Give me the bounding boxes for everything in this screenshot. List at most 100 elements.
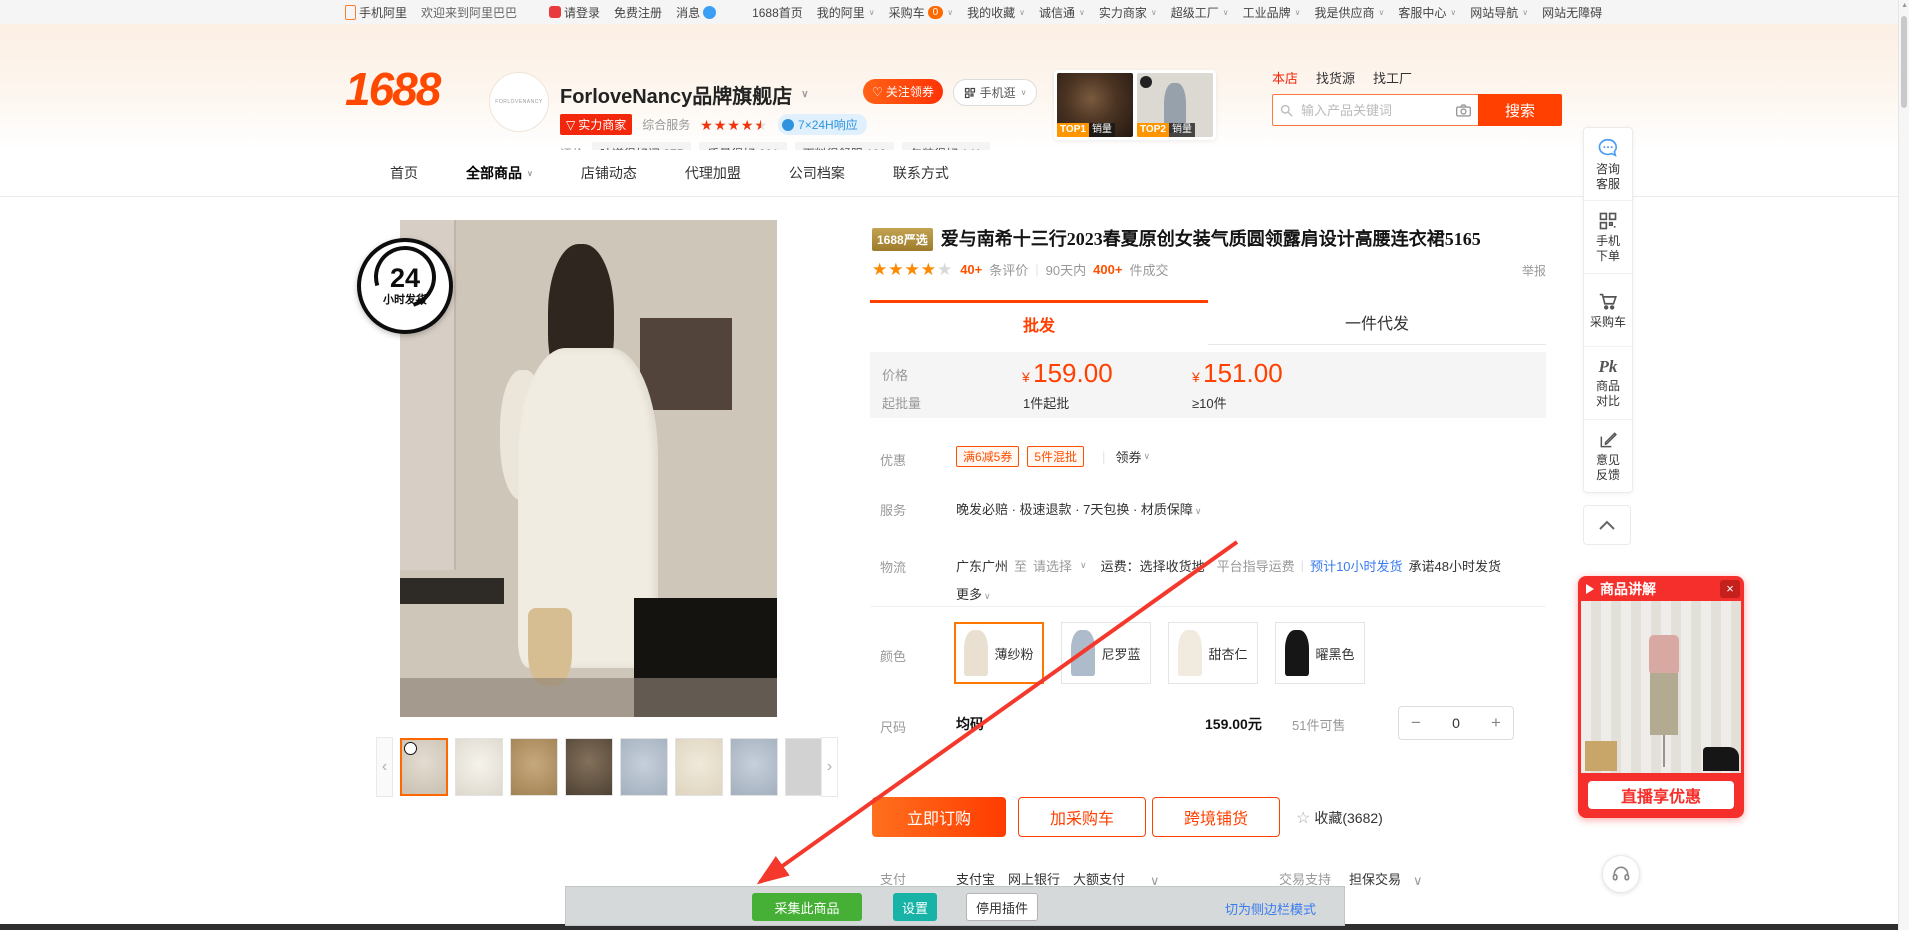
- scrollbar-thumb[interactable]: [1901, 16, 1907, 108]
- thumbnail-7[interactable]: [730, 738, 778, 796]
- thumbs-prev-button[interactable]: ‹: [376, 737, 393, 797]
- search-tab-find-goods[interactable]: 找货源: [1316, 68, 1355, 87]
- color-option-3[interactable]: 甜杏仁: [1168, 622, 1258, 684]
- qr-code-icon: [1598, 211, 1618, 231]
- topbar-service-center[interactable]: 客服中心∨: [1398, 4, 1456, 21]
- topbar-site-nav[interactable]: 网站导航∨: [1470, 4, 1528, 21]
- review-count[interactable]: 40+: [960, 262, 982, 277]
- topbar-favorites[interactable]: 我的收藏∨: [967, 4, 1025, 21]
- nav-store-updates[interactable]: 店铺动态: [581, 163, 637, 183]
- live-discount-button[interactable]: 直播享优惠: [1588, 781, 1734, 809]
- topbar-strength-merchant[interactable]: 实力商家∨: [1099, 4, 1157, 21]
- top-sales-cards[interactable]: TOP1销量 TOP2销量: [1054, 70, 1216, 140]
- coupon-tag[interactable]: 5件混批: [1027, 446, 1084, 467]
- trade-support-value[interactable]: 担保交易: [1349, 869, 1401, 888]
- camera-icon[interactable]: [1455, 103, 1472, 118]
- order-now-button[interactable]: 立即订购: [872, 797, 1006, 837]
- thumbnail-4[interactable]: [565, 738, 613, 796]
- top1-product-image[interactable]: TOP1销量: [1057, 73, 1133, 137]
- thumbnail-3[interactable]: [510, 738, 558, 796]
- sidebar-item-cart[interactable]: 采购车: [1584, 273, 1632, 346]
- disable-plugin-button[interactable]: 停用插件: [966, 893, 1038, 921]
- topbar-cart[interactable]: 采购车0∨: [889, 4, 953, 21]
- collect-product-button[interactable]: 采集此商品: [752, 893, 862, 921]
- scroll-up-arrow[interactable]: ▲: [1901, 2, 1908, 9]
- search-input[interactable]: [1299, 102, 1450, 119]
- topbar-chengxintong[interactable]: 诚信通∨: [1039, 4, 1085, 21]
- store-name[interactable]: ForloveNancy品牌旗舰店∨: [560, 80, 809, 109]
- main-product-image[interactable]: [400, 220, 777, 717]
- page-scrollbar[interactable]: ▲: [1898, 0, 1909, 930]
- topbar-1688-home[interactable]: 1688首页: [752, 4, 803, 21]
- thumbnail-2[interactable]: [455, 738, 503, 796]
- back-to-top-button[interactable]: [1583, 505, 1631, 545]
- sidebar-item-customer-service[interactable]: 咨询客服: [1584, 128, 1632, 200]
- coupon-tag[interactable]: 满6减5券: [956, 446, 1019, 467]
- nav-home[interactable]: 首页: [390, 163, 418, 183]
- topbar: 手机阿里 欢迎来到阿里巴巴 请登录 免费注册 消息 1688首页 我的阿里∨ 采…: [0, 0, 1909, 25]
- nav-all-products[interactable]: 全部商品∨: [466, 163, 533, 183]
- get-coupon-link[interactable]: 领券: [1115, 447, 1141, 466]
- thumbnail-5[interactable]: [620, 738, 668, 796]
- report-link[interactable]: 举报: [1522, 262, 1546, 279]
- service-row[interactable]: 晚发必赔 · 极速退款 · 7天包换 · 材质保障∨: [956, 499, 1201, 518]
- qty-value[interactable]: 0: [1433, 715, 1479, 731]
- add-to-cart-button[interactable]: 加采购车: [1018, 797, 1146, 837]
- chevron-down-icon: ∨: [1143, 451, 1150, 462]
- logistics-more[interactable]: 更多∨: [956, 584, 991, 603]
- topbar-messages[interactable]: 消息: [676, 4, 716, 21]
- tab-dropship[interactable]: 一件代发: [1208, 300, 1546, 345]
- promo-row: 满6减5券 5件混批 | 领券 ∨: [956, 446, 1150, 467]
- tab-wholesale[interactable]: 批发: [870, 300, 1208, 345]
- thumbnail-6[interactable]: [675, 738, 723, 796]
- star-icon: ☆: [1296, 808, 1310, 828]
- search-tab-this-store[interactable]: 本店: [1272, 68, 1298, 87]
- thumbnail-1[interactable]: [400, 738, 448, 796]
- nav-agency[interactable]: 代理加盟: [685, 163, 741, 183]
- color-option-1[interactable]: 薄纱粉: [954, 622, 1044, 684]
- topbar-industry-brand[interactable]: 工业品牌∨: [1243, 4, 1301, 21]
- switch-sidebar-mode-link[interactable]: 切为侧边栏模式: [1225, 899, 1316, 918]
- store-avatar[interactable]: FORLOVENANCY: [489, 72, 549, 132]
- top2-product-image[interactable]: TOP2销量: [1137, 73, 1213, 137]
- estimate-shipping-link[interactable]: 预计10小时发货: [1310, 556, 1402, 575]
- sidebar-item-feedback[interactable]: 意见反馈: [1584, 419, 1632, 492]
- topbar-accessibility[interactable]: 网站无障碍: [1542, 4, 1602, 21]
- topbar-supplier[interactable]: 我是供应商∨: [1314, 4, 1384, 21]
- sidebar-item-mobile-order[interactable]: 手机下单: [1584, 200, 1632, 273]
- video-preview[interactable]: [1581, 601, 1741, 773]
- freight-text[interactable]: 运费：选择收货地: [1101, 556, 1205, 575]
- logo-1688[interactable]: 1688: [345, 62, 439, 116]
- chevron-down-icon: ∨: [1151, 8, 1157, 17]
- nav-contact[interactable]: 联系方式: [893, 163, 949, 183]
- cart-count-badge: 0: [928, 6, 944, 19]
- cart-icon: [1597, 290, 1619, 312]
- plugin-settings-button[interactable]: 设置: [893, 893, 937, 921]
- qty-minus-button[interactable]: −: [1399, 713, 1433, 733]
- favorite-button[interactable]: ☆收藏(3682): [1296, 808, 1383, 828]
- destination-select[interactable]: 请选择: [1033, 556, 1072, 575]
- close-icon[interactable]: ×: [1720, 580, 1740, 598]
- topbar-my-ali[interactable]: 我的阿里∨: [817, 4, 875, 21]
- chevron-down-icon: ∨: [1450, 8, 1456, 17]
- search-button[interactable]: 搜索: [1478, 94, 1562, 126]
- cross-border-button[interactable]: 跨境铺货: [1152, 797, 1280, 837]
- nav-company-profile[interactable]: 公司档案: [789, 163, 845, 183]
- topbar-register[interactable]: 免费注册: [614, 4, 662, 21]
- thumbs-next-button[interactable]: ›: [821, 737, 838, 797]
- mobile-browse-button[interactable]: 手机逛∨: [953, 79, 1037, 106]
- search-tab-find-factory[interactable]: 找工厂: [1373, 68, 1412, 87]
- store-rating-stars: ★★★★★★★★★★: [700, 118, 768, 132]
- follow-coupon-button[interactable]: ♡关注领券: [863, 79, 943, 104]
- qty-plus-button[interactable]: +: [1479, 713, 1513, 733]
- topbar-login[interactable]: 请登录: [549, 4, 600, 21]
- color-option-2[interactable]: 尼罗蓝: [1061, 622, 1151, 684]
- topbar-mobile-ali[interactable]: 手机阿里: [345, 4, 407, 21]
- color-option-4[interactable]: 曜黑色: [1275, 622, 1365, 684]
- sidebar-item-compare[interactable]: Pk 商品对比: [1584, 346, 1632, 419]
- product-rating-stars: ★★★★★★★★★★: [872, 261, 953, 278]
- topbar-super-factory[interactable]: 超级工厂∨: [1171, 4, 1229, 21]
- strength-merchant-badge: ▽实力商家: [560, 114, 632, 135]
- help-headset-button[interactable]: [1602, 855, 1640, 893]
- pk-compare-icon: Pk: [1599, 358, 1618, 376]
